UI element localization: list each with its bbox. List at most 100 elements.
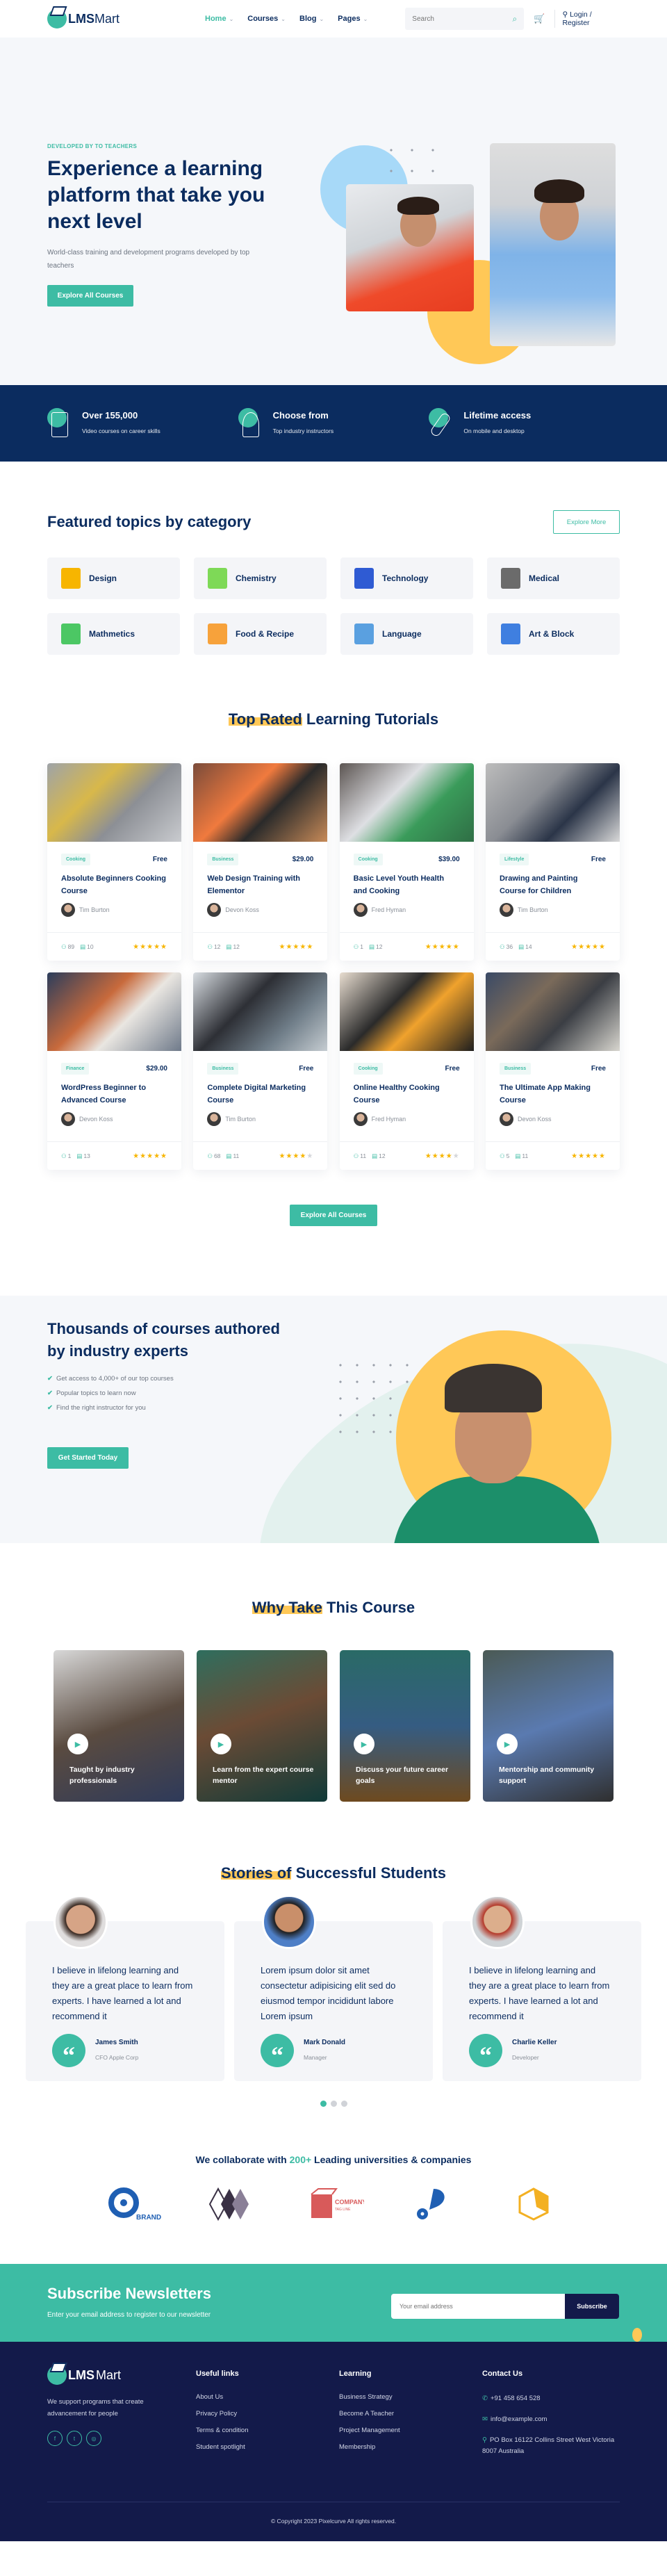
course-tag[interactable]: Business <box>207 1063 239 1075</box>
course-card[interactable]: Business Free Complete Digital Marketing C… <box>193 972 328 1170</box>
footer-link[interactable]: Student spotlight <box>196 2443 339 2451</box>
category-mathmetics[interactable]: Mathmetics <box>47 613 180 655</box>
carousel-dot[interactable] <box>340 2101 347 2107</box>
course-card[interactable]: Business Free The Ultimate App Making Cour… <box>485 972 620 1170</box>
facebook-icon[interactable]: f <box>47 2431 63 2446</box>
register-link[interactable]: Register <box>562 19 589 27</box>
instagram-icon[interactable]: ◎ <box>86 2431 101 2446</box>
footer-link[interactable]: Project Management <box>339 2427 482 2434</box>
explore-all-courses-button[interactable]: Explore All Courses <box>290 1205 377 1226</box>
explore-courses-button[interactable]: Explore All Courses <box>47 285 133 307</box>
footer-learning: Learning Business Strategy Become A Teac… <box>339 2365 482 2467</box>
course-image[interactable] <box>193 972 328 1051</box>
search-icon[interactable]: ⌕ <box>513 14 518 24</box>
why-card[interactable]: ▶ Taught by industry professionals <box>53 1650 184 1802</box>
course-card[interactable]: Finance $29.00 WordPress Beginner to Advan… <box>47 972 181 1170</box>
partners-section: We collaborate with 200+ Leading univers… <box>0 2135 667 2264</box>
course-image[interactable] <box>485 763 620 842</box>
explore-more-button[interactable]: Explore More <box>553 510 620 534</box>
course-card[interactable]: Business $29.00 Web Design Training with E… <box>193 763 328 961</box>
book-icon: ▤ <box>515 1152 521 1159</box>
course-tag[interactable]: Cooking <box>353 854 383 865</box>
rating-stars: ★★★★★ <box>425 1152 460 1160</box>
course-tag[interactable]: Cooking <box>353 1063 383 1075</box>
footer-link[interactable]: Membership <box>339 2443 482 2451</box>
nav-home[interactable]: Home ⌄ <box>205 15 233 23</box>
email-field[interactable] <box>391 2294 565 2319</box>
course-title[interactable]: Basic Level Youth Health and Cooking <box>354 872 460 897</box>
footer-logo[interactable]: LMS Mart <box>47 2365 196 2385</box>
course-card[interactable]: Lifestyle Free Drawing and Painting Course… <box>485 763 620 961</box>
search-input[interactable] <box>412 15 496 23</box>
footer-link[interactable]: Terms & condition <box>196 2427 339 2434</box>
footer-link[interactable]: Business Strategy <box>339 2393 482 2401</box>
course-card[interactable]: Cooking Free Absolute Beginners Cooking Co… <box>47 763 181 961</box>
course-image[interactable] <box>47 763 181 842</box>
category-language[interactable]: Language <box>340 613 473 655</box>
logo[interactable]: LMSMart <box>47 9 120 28</box>
why-card[interactable]: ▶ Learn from the expert course mentor <box>197 1650 327 1802</box>
course-image[interactable] <box>193 763 328 842</box>
twitter-icon[interactable]: t <box>67 2431 82 2446</box>
course-tag[interactable]: Cooking <box>61 854 90 865</box>
nav-blog[interactable]: Blog ⌄ <box>299 15 324 23</box>
category-technology[interactable]: Technology <box>340 557 473 599</box>
footer-link[interactable]: Become A Teacher <box>339 2410 482 2418</box>
course-tag[interactable]: Business <box>207 854 239 865</box>
avatar <box>53 1895 108 1949</box>
footer-heading: Useful links <box>196 2370 239 2378</box>
star-icon: ★ <box>585 1152 593 1160</box>
footer-link[interactable]: About Us <box>196 2393 339 2401</box>
course-image[interactable] <box>47 972 181 1051</box>
contact-phone[interactable]: ✆ +91 458 654 528 <box>482 2393 621 2404</box>
play-icon[interactable]: ▶ <box>497 1734 518 1754</box>
category-label: Technology <box>382 573 429 583</box>
footer-link[interactable]: Privacy Policy <box>196 2410 339 2418</box>
nav-pages[interactable]: Pages ⌄ <box>338 15 368 23</box>
students-count: ⚇ 1 <box>61 1152 72 1159</box>
course-title[interactable]: Web Design Training with Elementor <box>207 872 313 897</box>
course-price: $29.00 <box>146 1065 167 1073</box>
why-card[interactable]: ▶ Discuss your future career goals <box>340 1650 470 1802</box>
course-tag[interactable]: Lifestyle <box>499 854 529 865</box>
partner-logos: BRAND COMPANY TAG LINE <box>0 2186 667 2222</box>
testimonial-role: Manager <box>304 2053 327 2061</box>
user-icon: ⚇ <box>499 943 505 950</box>
pencil-ruler-icon <box>61 568 81 589</box>
contact-email[interactable]: ✉ info@example.com <box>482 2414 621 2425</box>
brand-logo: BRAND <box>108 2186 161 2222</box>
course-title[interactable]: Absolute Beginners Cooking Course <box>61 872 167 897</box>
subscribe-button[interactable]: Subscribe <box>565 2294 619 2319</box>
course-title[interactable]: WordPress Beginner to Advanced Course <box>61 1082 167 1107</box>
carousel-dot[interactable] <box>330 2101 337 2107</box>
course-card[interactable]: Cooking Free Online Healthy Cooking Course… <box>339 972 474 1170</box>
course-card[interactable]: Cooking $39.00 Basic Level Youth Health an… <box>339 763 474 961</box>
course-title[interactable]: Drawing and Painting Course for Children <box>500 872 606 897</box>
course-tag[interactable]: Business <box>499 1063 532 1075</box>
course-title[interactable]: Complete Digital Marketing Course <box>207 1082 313 1107</box>
carousel-dot[interactable] <box>320 2101 327 2107</box>
category-food-recipe[interactable]: Food & Recipe <box>194 613 327 655</box>
login-link[interactable]: Login <box>570 10 588 19</box>
why-card[interactable]: ▶ Mentorship and community support <box>483 1650 614 1802</box>
play-icon[interactable]: ▶ <box>211 1734 231 1754</box>
course-image[interactable] <box>485 972 620 1051</box>
play-icon[interactable]: ▶ <box>354 1734 374 1754</box>
star-icon: ★ <box>452 1152 460 1160</box>
calculator-icon <box>61 623 81 644</box>
nav-courses[interactable]: Courses ⌄ <box>247 15 286 23</box>
course-image[interactable] <box>339 972 474 1051</box>
category-design[interactable]: Design <box>47 557 180 599</box>
cart-icon[interactable]: 🛒 <box>534 13 545 24</box>
category-chemistry[interactable]: Chemistry <box>194 557 327 599</box>
category-medical[interactable]: Medical <box>487 557 620 599</box>
course-image[interactable] <box>339 763 474 842</box>
play-icon[interactable]: ▶ <box>67 1734 88 1754</box>
course-tag[interactable]: Finance <box>61 1063 90 1075</box>
students-count: ⚇ 68 <box>207 1152 221 1159</box>
course-title[interactable]: Online Healthy Cooking Course <box>354 1082 460 1107</box>
why-caption: Learn from the expert course mentor <box>213 1766 314 1785</box>
get-started-button[interactable]: Get Started Today <box>47 1447 129 1469</box>
course-title[interactable]: The Ultimate App Making Course <box>500 1082 606 1107</box>
category-art-block[interactable]: Art & Block <box>487 613 620 655</box>
